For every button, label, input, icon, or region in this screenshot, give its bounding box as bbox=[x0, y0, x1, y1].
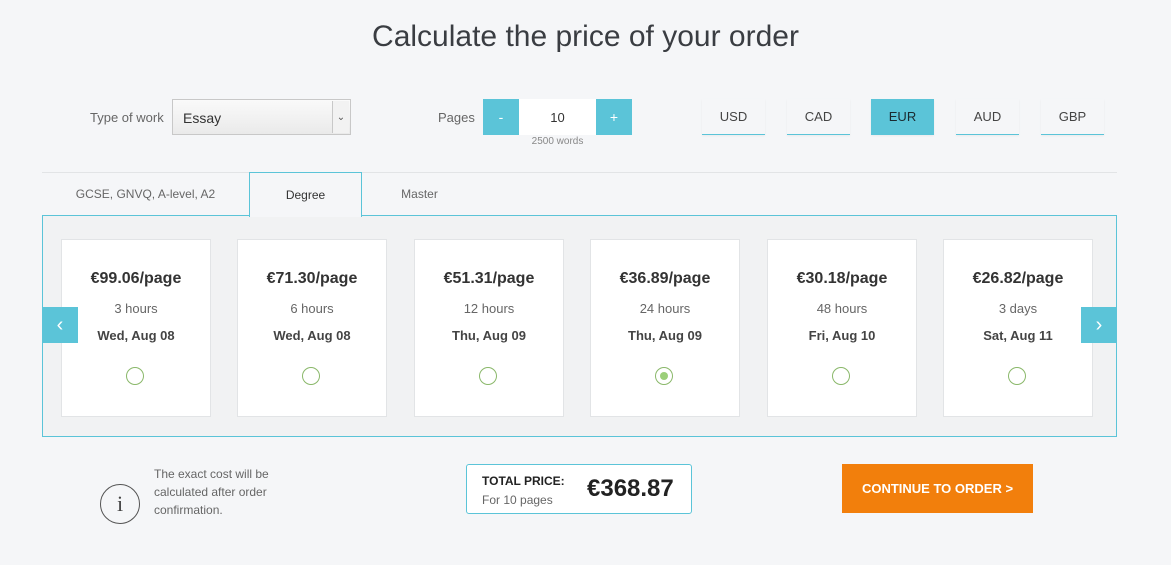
card-price: €51.31/page bbox=[443, 270, 535, 287]
word-count: 2500 words bbox=[531, 136, 584, 147]
currency-eur-button[interactable]: EUR bbox=[871, 99, 934, 135]
card-date: Sat, Aug 11 bbox=[983, 328, 1053, 343]
chevron-down-icon[interactable]: ⌄ bbox=[332, 101, 349, 133]
currency-cad-button[interactable]: CAD bbox=[787, 99, 850, 135]
card-duration: 48 hours bbox=[816, 301, 868, 316]
card-price: €36.89/page bbox=[619, 270, 711, 287]
card-radio[interactable] bbox=[832, 367, 850, 385]
card-duration: 3 days bbox=[998, 301, 1038, 316]
total-price-label: TOTAL PRICE: bbox=[482, 474, 565, 488]
page-title: Calculate the price of your order bbox=[372, 20, 799, 53]
chevron-right-icon[interactable]: › bbox=[1081, 307, 1117, 343]
deadline-card[interactable]: €99.06/page 3 hours Wed, Aug 08 bbox=[61, 239, 211, 417]
card-radio[interactable] bbox=[1008, 367, 1026, 385]
tab-master[interactable]: Master bbox=[362, 172, 477, 216]
card-date: Thu, Aug 09 bbox=[452, 328, 526, 343]
card-duration: 6 hours bbox=[290, 301, 334, 316]
continue-to-order-button[interactable]: CONTINUE TO ORDER > bbox=[842, 464, 1033, 513]
pages-increment-button[interactable]: + bbox=[596, 99, 632, 135]
card-duration: 3 hours bbox=[114, 301, 158, 316]
card-date: Thu, Aug 09 bbox=[628, 328, 702, 343]
deadline-card[interactable]: €36.89/page 24 hours Thu, Aug 09 bbox=[590, 239, 740, 417]
currency-aud-button[interactable]: AUD bbox=[956, 99, 1019, 135]
card-duration: 12 hours bbox=[463, 301, 515, 316]
card-duration: 24 hours bbox=[639, 301, 691, 316]
card-price: €30.18/page bbox=[796, 270, 888, 287]
type-of-work-value: Essay bbox=[183, 110, 222, 126]
type-of-work-select[interactable]: Essay ⌄ bbox=[172, 99, 351, 135]
chevron-left-icon[interactable]: ‹ bbox=[42, 307, 78, 343]
card-date: Wed, Aug 08 bbox=[97, 328, 175, 343]
deadline-card[interactable]: €71.30/page 6 hours Wed, Aug 08 bbox=[237, 239, 387, 417]
card-price: €71.30/page bbox=[266, 270, 358, 287]
total-price-value: €368.87 bbox=[587, 475, 674, 502]
card-price: €26.82/page bbox=[972, 270, 1064, 287]
card-radio[interactable] bbox=[479, 367, 497, 385]
info-text: The exact cost will be calculated after … bbox=[154, 467, 269, 517]
deadline-card[interactable]: €26.82/page 3 days Sat, Aug 11 bbox=[943, 239, 1093, 417]
total-pages-note: For 10 pages bbox=[482, 493, 553, 507]
currency-gbp-button[interactable]: GBP bbox=[1041, 99, 1104, 135]
tab-gcse[interactable]: GCSE, GNVQ, A-level, A2 bbox=[42, 172, 249, 216]
pages-input[interactable] bbox=[519, 99, 596, 135]
total-price-box: TOTAL PRICE: For 10 pages €368.87 bbox=[466, 464, 692, 514]
tab-degree[interactable]: Degree bbox=[249, 172, 362, 217]
card-price: €99.06/page bbox=[90, 270, 182, 287]
info-icon: i bbox=[100, 484, 140, 524]
card-date: Wed, Aug 08 bbox=[273, 328, 351, 343]
card-radio-selected[interactable] bbox=[655, 367, 673, 385]
deadline-card[interactable]: €51.31/page 12 hours Thu, Aug 09 bbox=[414, 239, 564, 417]
currency-usd-button[interactable]: USD bbox=[702, 99, 765, 135]
pages-label: Pages bbox=[438, 110, 475, 125]
pages-decrement-button[interactable]: - bbox=[483, 99, 519, 135]
type-of-work-label: Type of work bbox=[90, 110, 164, 125]
card-radio[interactable] bbox=[302, 367, 320, 385]
card-date: Fri, Aug 10 bbox=[808, 328, 876, 343]
deadline-card[interactable]: €30.18/page 48 hours Fri, Aug 10 bbox=[767, 239, 917, 417]
card-radio[interactable] bbox=[126, 367, 144, 385]
